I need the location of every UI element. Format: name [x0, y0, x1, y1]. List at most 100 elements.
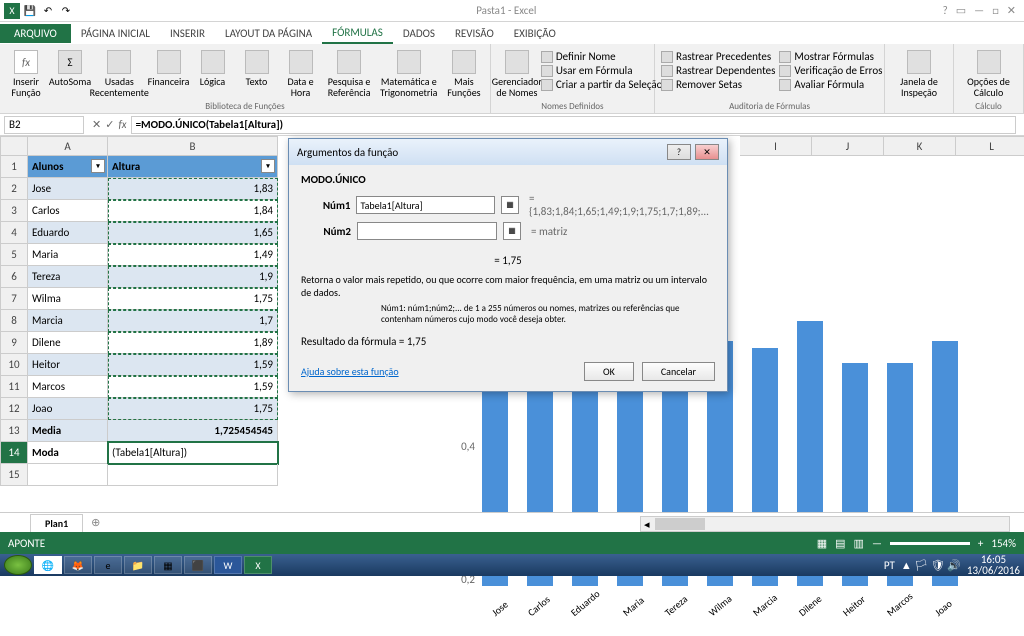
row-header[interactable]: 8 — [0, 310, 28, 332]
row-header[interactable]: 4 — [0, 222, 28, 244]
logical-button[interactable]: Lógica — [193, 48, 233, 89]
filter-icon[interactable]: ▾ — [261, 159, 275, 173]
cell-name[interactable]: Heitor — [28, 354, 108, 376]
cell-value[interactable]: 1,49 — [108, 244, 278, 266]
add-sheet-button[interactable]: ⊕ — [83, 514, 108, 531]
cell-media-value[interactable]: 1,725454545 — [108, 420, 278, 442]
tab-insert[interactable]: INSERIR — [160, 24, 215, 43]
ok-button[interactable]: OK — [584, 362, 634, 381]
tab-data[interactable]: DADOS — [393, 24, 445, 43]
cell-value[interactable]: 1,7 — [108, 310, 278, 332]
error-check-button[interactable]: Verificação de Erros — [779, 64, 882, 77]
row-header[interactable]: 13 — [0, 420, 28, 442]
tab-review[interactable]: REVISÃO — [445, 24, 504, 43]
trace-dep-button[interactable]: Rastrear Dependentes — [661, 64, 775, 77]
row-header[interactable]: 9 — [0, 332, 28, 354]
tab-view[interactable]: EXIBIÇÃO — [504, 24, 566, 43]
autosum-button[interactable]: ΣAutoSoma — [50, 48, 90, 89]
row-header[interactable]: 2 — [0, 178, 28, 200]
minimize-icon[interactable]: — — [974, 4, 984, 17]
cell-name[interactable]: Dilene — [28, 332, 108, 354]
calc-opts-button[interactable]: Opções de Cálculo — [960, 48, 1017, 100]
filter-icon[interactable]: ▾ — [91, 159, 105, 173]
lookup-button[interactable]: Pesquisa e Referência — [325, 48, 374, 100]
start-button[interactable] — [4, 555, 32, 575]
watch-button[interactable]: Janela de Inspeção — [891, 48, 947, 100]
num1-range-button[interactable]: ▦ — [501, 196, 519, 214]
col-header-b[interactable]: B — [108, 136, 278, 156]
show-formulas-button[interactable]: Mostrar Fórmulas — [779, 50, 882, 63]
eval-button[interactable]: Avaliar Fórmula — [779, 78, 882, 91]
tab-layout[interactable]: LAYOUT DA PÁGINA — [215, 24, 322, 43]
taskbar-excel-icon[interactable]: X — [244, 556, 272, 574]
row-header[interactable]: 15 — [0, 464, 28, 486]
remove-arrows-button[interactable]: Remover Setas — [661, 78, 775, 91]
save-icon[interactable]: 💾 — [22, 3, 38, 19]
financial-button[interactable]: Financeira — [149, 48, 189, 89]
dialog-close-button[interactable]: ✕ — [695, 144, 719, 160]
row-header[interactable]: 12 — [0, 398, 28, 420]
maximize-icon[interactable]: □ — [992, 4, 999, 17]
view-layout-icon[interactable]: ▤ — [835, 537, 845, 550]
cell-media-label[interactable]: Media — [28, 420, 108, 442]
tray-lang[interactable]: PT — [884, 559, 895, 572]
tab-file[interactable]: ARQUIVO — [0, 24, 71, 43]
cell-empty[interactable] — [108, 464, 278, 486]
cell-name[interactable]: Eduardo — [28, 222, 108, 244]
row-header[interactable]: 10 — [0, 354, 28, 376]
row-header[interactable]: 1 — [0, 156, 28, 178]
col-header-l[interactable]: L — [956, 136, 1024, 156]
select-all-corner[interactable] — [0, 136, 28, 156]
cell-name[interactable]: Joao — [28, 398, 108, 420]
cell-empty[interactable] — [28, 464, 108, 486]
taskbar-app2-icon[interactable]: ⬛ — [184, 556, 212, 574]
taskbar-firefox-icon[interactable]: 🦊 — [64, 556, 92, 574]
create-selection-button[interactable]: Criar a partir da Seleção — [541, 78, 663, 91]
recent-button[interactable]: Usadas Recentemente — [94, 48, 145, 100]
name-box[interactable]: B2 — [4, 116, 84, 134]
cell-name[interactable]: Tereza — [28, 266, 108, 288]
cell-name[interactable]: Marcia — [28, 310, 108, 332]
row-header[interactable]: 3 — [0, 200, 28, 222]
cell-value[interactable]: 1,59 — [108, 354, 278, 376]
insert-function-button[interactable]: fxInserir Função — [6, 48, 46, 100]
taskbar-app-icon[interactable]: ▦ — [154, 556, 182, 574]
formula-bar[interactable]: =MODO.ÚNICO(Tabela1[Altura]) — [131, 116, 1016, 134]
view-break-icon[interactable]: ▥ — [854, 537, 864, 550]
name-manager-button[interactable]: Gerenciador de Nomes — [497, 48, 537, 100]
col-header-j[interactable]: J — [812, 136, 884, 156]
header-alunos[interactable]: Alunos▾ — [28, 156, 108, 178]
undo-icon[interactable]: ↶ — [40, 3, 56, 19]
text-button[interactable]: Texto — [237, 48, 277, 89]
row-header[interactable]: 14 — [0, 442, 28, 464]
dialog-help-button[interactable]: ? — [667, 144, 691, 160]
cell-name[interactable]: Carlos — [28, 200, 108, 222]
cancel-button[interactable]: Cancelar — [642, 362, 715, 381]
zoom-slider[interactable] — [890, 542, 970, 545]
fx-icon[interactable]: fx — [118, 118, 126, 131]
cell-moda-value[interactable]: (Tabela1[Altura]) — [108, 442, 278, 464]
row-header[interactable]: 11 — [0, 376, 28, 398]
col-header-a[interactable]: A — [28, 136, 108, 156]
row-header[interactable]: 7 — [0, 288, 28, 310]
sheet-tab-plan1[interactable]: Plan1 — [30, 514, 83, 532]
more-button[interactable]: Mais Funções — [444, 48, 484, 100]
help-icon[interactable]: ? — [943, 4, 948, 17]
cell-name[interactable]: Marcos — [28, 376, 108, 398]
cell-name[interactable]: Wilma — [28, 288, 108, 310]
tray-icons[interactable]: ▲ 🏳 🛡 🔊 — [901, 559, 961, 572]
col-header-k[interactable]: K — [884, 136, 956, 156]
zoom-value[interactable]: 154% — [991, 537, 1016, 550]
taskbar-word-icon[interactable]: W — [214, 556, 242, 574]
num2-input[interactable] — [357, 222, 497, 240]
close-icon[interactable]: ✕ — [1007, 4, 1016, 17]
cell-name[interactable]: Maria — [28, 244, 108, 266]
cell-value[interactable]: 1,83 — [108, 178, 278, 200]
help-link[interactable]: Ajuda sobre esta função — [301, 365, 399, 378]
taskbar-ie-icon[interactable]: e — [94, 556, 122, 574]
cell-value[interactable]: 1,9 — [108, 266, 278, 288]
row-header[interactable]: 6 — [0, 266, 28, 288]
datetime-button[interactable]: Data e Hora — [281, 48, 321, 100]
math-button[interactable]: Matemática e Trigonometria — [378, 48, 440, 100]
ribbon-opts-icon[interactable]: ▭ — [956, 4, 966, 17]
